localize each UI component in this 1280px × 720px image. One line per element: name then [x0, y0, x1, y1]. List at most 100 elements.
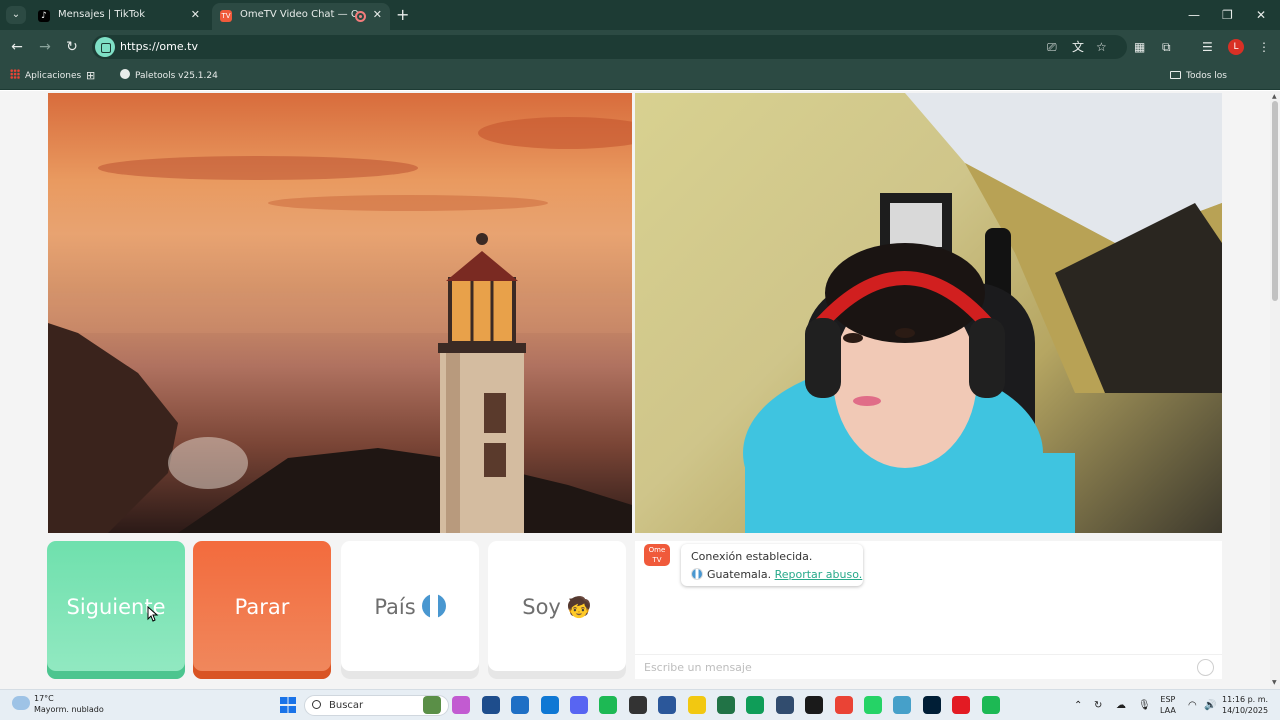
scroll-thumb[interactable]	[1272, 101, 1278, 301]
taskbar-app-icon[interactable]	[541, 696, 559, 714]
weather-cloud-icon[interactable]	[12, 696, 30, 710]
media-icon[interactable]: ☰	[1202, 38, 1213, 56]
taskbar-app-icon[interactable]	[511, 696, 529, 714]
message-input[interactable]: Escribe un mensaje	[635, 654, 1222, 679]
taskbar-app-icon[interactable]	[835, 696, 853, 714]
guatemala-flag-icon	[421, 594, 446, 618]
taskbar-app-icon[interactable]	[452, 696, 470, 714]
bookmark-paletools[interactable]: Paletools v25.1.24	[120, 64, 218, 88]
search-icon	[312, 700, 321, 709]
microphone-icon[interactable]: 🎙	[1138, 690, 1151, 720]
taskbar-app-icon[interactable]	[982, 696, 1000, 714]
taskbar-app-icon[interactable]	[746, 696, 764, 714]
lang-top: ESP	[1160, 695, 1176, 704]
globe-icon	[120, 69, 130, 79]
cast-icon[interactable]: ⎚	[1047, 40, 1057, 54]
taskbar-app-icon[interactable]	[717, 696, 735, 714]
forward-button[interactable]: →	[34, 36, 56, 58]
bookmark-label: Paletools v25.1.24	[135, 71, 218, 81]
gender-label: Soy	[522, 595, 561, 619]
address-bar[interactable]: https://ome.tv ⎚ 文 ☆	[92, 35, 1127, 59]
wifi-icon[interactable]: ◠	[1188, 690, 1197, 720]
stranger-camera-scene	[743, 93, 1222, 533]
taskbar-app-icon[interactable]	[423, 696, 441, 714]
country-label: País	[374, 595, 416, 619]
tab-groups-icon[interactable]: ⊞	[86, 64, 95, 88]
mouse-cursor-icon	[147, 606, 159, 622]
taskbar-app-icon[interactable]	[629, 696, 647, 714]
tab-title: OmeTV Video Chat — Omegle	[240, 9, 358, 20]
weather-temp: 17°C	[34, 694, 54, 703]
back-button[interactable]: ←	[6, 36, 28, 58]
qr-icon[interactable]: ▦	[1134, 38, 1145, 56]
reload-button[interactable]: ↻	[61, 36, 83, 58]
ometv-logo: Ome TV	[644, 544, 670, 566]
connection-status: Conexión establecida.	[691, 550, 813, 563]
report-abuse-link[interactable]: Reportar abuso.	[775, 568, 863, 581]
tab-strip: ⌄ ♪ Mensajes | TikTok ✕ TV OmeTV Video C…	[0, 0, 1280, 30]
taskbar-app-icon[interactable]	[776, 696, 794, 714]
taskbar-app-icon[interactable]	[599, 696, 617, 714]
emoji-picker-icon[interactable]	[1197, 659, 1214, 676]
taskbar-app-icon[interactable]	[805, 696, 823, 714]
taskbar-app-icon[interactable]	[570, 696, 588, 714]
volume-icon[interactable]: 🔊	[1204, 690, 1216, 720]
tab-ometv[interactable]: TV OmeTV Video Chat — Omegle ✕	[212, 3, 390, 30]
minimize-button[interactable]: —	[1188, 4, 1200, 26]
local-video-feed	[48, 93, 632, 533]
stop-button[interactable]: Parar	[193, 541, 331, 679]
boy-emoji-icon: 🧒	[566, 595, 592, 619]
tiktok-icon: ♪	[38, 10, 50, 22]
next-button[interactable]: Siguiente	[47, 541, 185, 679]
guatemala-flag-icon	[691, 568, 703, 580]
translate-icon[interactable]: 文	[1072, 40, 1084, 54]
system-clock[interactable]: 11:16 p. m. 14/10/2025	[1222, 694, 1268, 716]
lighthouse-scene	[48, 117, 632, 533]
taskbar-app-icon[interactable]	[482, 696, 500, 714]
page-scrollbar[interactable]: ▲ ▼	[1270, 91, 1280, 689]
stranger-country: Guatemala. Reportar abuso.	[691, 568, 862, 581]
profile-avatar[interactable]: L	[1228, 39, 1244, 55]
tab-tiktok[interactable]: ♪ Mensajes | TikTok ✕	[30, 3, 208, 30]
cloud-icon[interactable]: ☁	[1116, 690, 1126, 720]
restore-button[interactable]: ❐	[1222, 4, 1233, 26]
weather-widget[interactable]: 17°C Mayorm. nublado	[34, 693, 104, 715]
bookmark-star-icon[interactable]: ☆	[1096, 40, 1107, 54]
close-icon[interactable]: ✕	[373, 3, 382, 27]
logo-text-bottom: TV	[652, 556, 662, 564]
language-indicator[interactable]: ESP LAA	[1160, 694, 1176, 716]
new-tab-button[interactable]: +	[396, 4, 409, 26]
taskbar-app-icon[interactable]	[658, 696, 676, 714]
taskbar-app-icon[interactable]	[864, 696, 882, 714]
close-icon[interactable]: ✕	[191, 3, 200, 27]
scroll-down-icon[interactable]: ▼	[1272, 679, 1277, 686]
apps-grid-icon	[10, 69, 20, 79]
country-name: Guatemala.	[707, 568, 772, 581]
folder-icon	[1170, 71, 1181, 79]
close-window-button[interactable]: ✕	[1256, 4, 1266, 26]
show-hidden-icons[interactable]: ⌃	[1074, 690, 1082, 720]
taskbar-app-icon[interactable]	[688, 696, 706, 714]
extensions-icon[interactable]: ⧉	[1162, 38, 1171, 56]
scroll-up-icon[interactable]: ▲	[1272, 93, 1277, 100]
site-info-icon[interactable]	[95, 37, 115, 57]
sync-icon[interactable]: ↻	[1094, 690, 1102, 720]
logo-text-top: Ome	[648, 546, 666, 554]
ometv-icon: TV	[220, 10, 232, 22]
bookmark-apps[interactable]: Aplicaciones	[10, 64, 81, 88]
clock-time: 11:16 p. m.	[1222, 695, 1269, 704]
menu-icon[interactable]: ⋮	[1258, 38, 1270, 56]
country-button[interactable]: País	[341, 541, 479, 679]
taskbar-app-icon[interactable]	[923, 696, 941, 714]
bookmarks-bar: Aplicaciones ⊞ Paletools v25.1.24 Todos …	[0, 64, 1280, 105]
start-menu-icon[interactable]	[280, 697, 296, 713]
taskbar-app-icon[interactable]	[952, 696, 970, 714]
bookmark-label: Aplicaciones	[25, 71, 82, 81]
system-message: Conexión establecida. Guatemala. Reporta…	[681, 544, 863, 586]
taskbar-app-icon[interactable]	[893, 696, 911, 714]
gender-button[interactable]: Soy 🧒	[488, 541, 626, 679]
weather-desc: Mayorm. nublado	[34, 705, 104, 714]
tab-search-button[interactable]: ⌄	[6, 6, 26, 24]
remote-video-feed	[635, 93, 1222, 533]
url-text: https://ome.tv	[120, 40, 198, 53]
